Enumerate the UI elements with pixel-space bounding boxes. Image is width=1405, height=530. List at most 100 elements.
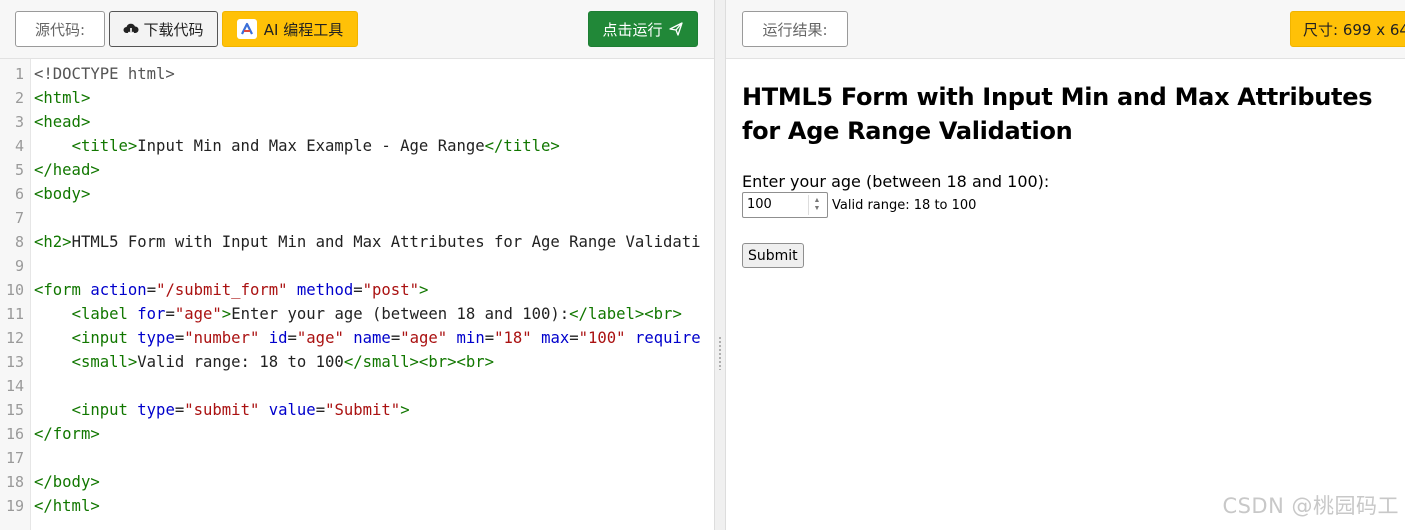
run-button[interactable]: 点击运行 <box>588 11 698 47</box>
code-token: </form> <box>34 425 100 443</box>
code-line: </form> <box>34 422 100 446</box>
age-label: Enter your age (between 18 and 100): <box>742 172 1050 191</box>
line-number: 4 <box>14 137 24 155</box>
code-line: <form action="/submit_form" method="post… <box>34 278 428 302</box>
code-token: "number" <box>184 329 260 347</box>
line-number: 6 <box>14 185 24 203</box>
code-token: = <box>174 329 185 347</box>
size-badge: 尺寸: 699 x 643 <box>1290 11 1405 47</box>
ai-tool-label: AI 编程工具 <box>263 20 344 39</box>
code-token: <input <box>71 329 138 347</box>
code-token: </head> <box>34 161 100 179</box>
code-token: <title> <box>71 137 138 155</box>
result-pane: 运行结果: 尺寸: 699 x 643 HTML5 Form with Inpu… <box>726 0 1405 530</box>
code-editor-pane: 源代码: 下载代码 AI 编程工具 点击运行 12 3 4 5 6 7 8 9 10… <box>0 0 714 530</box>
code-token: </body> <box>34 473 100 491</box>
result-toolbar: 运行结果: 尺寸: 699 x 643 <box>726 0 1405 59</box>
code-line: </head> <box>34 158 100 182</box>
line-number: 13 <box>5 353 24 371</box>
line-number: 5 <box>14 161 24 179</box>
ai-logo-icon <box>236 19 257 39</box>
code-token: "100" <box>578 329 626 347</box>
code-token: type <box>137 401 175 419</box>
code-token: <label <box>71 305 138 323</box>
code-line: </html> <box>34 494 100 518</box>
line-number: 7 <box>14 209 24 227</box>
age-input-value: 100 <box>747 197 772 212</box>
line-number: 18 <box>5 473 24 491</box>
code-token: <html> <box>34 89 91 107</box>
code-area[interactable]: 1 2 3 4 5 6 7 8 9 10 11 12 13 14 15 16 17 18 19 <!DOCTYPE … <box>0 59 714 530</box>
code-token: value <box>268 401 316 419</box>
code-token: "age" <box>400 329 448 347</box>
code-token: </html> <box>34 497 100 515</box>
send-icon <box>668 22 683 36</box>
splitter-grip-icon[interactable] <box>718 336 722 370</box>
valid-range-hint: Valid range: 18 to 100 <box>832 198 977 213</box>
code-token: id <box>268 329 288 347</box>
code-token: Input Min and Max Example - Age Range <box>137 137 485 155</box>
code-token: </label><br> <box>569 305 682 323</box>
line-number: 17 <box>5 449 24 467</box>
code-token: > <box>221 305 232 323</box>
code-token: max <box>541 329 570 347</box>
code-token: require <box>634 329 701 347</box>
code-token: > <box>418 281 429 299</box>
code-token: method <box>296 281 354 299</box>
line-number: 12 <box>5 329 24 347</box>
code-line: <title>Input Min and Max Example - Age R… <box>34 134 560 158</box>
code-token: for <box>137 305 166 323</box>
source-code-label-text: 源代码: <box>34 20 86 39</box>
code-token: = <box>315 401 326 419</box>
line-number: 19 <box>5 497 24 515</box>
source-code-label: 源代码: <box>15 11 105 47</box>
code-token: = <box>390 329 401 347</box>
line-number: 16 <box>5 425 24 443</box>
download-code-label: 下载代码 <box>143 20 204 39</box>
editor-toolbar: 源代码: 下载代码 AI 编程工具 点击运行 <box>0 0 714 59</box>
code-token: "/submit_form" <box>156 281 288 299</box>
pane-splitter[interactable] <box>714 0 726 530</box>
code-token: </small><br><br> <box>343 353 495 371</box>
code-token: <h2> <box>34 233 72 251</box>
line-number: 8 <box>14 233 24 251</box>
code-token: <form <box>34 281 91 299</box>
line-number: 14 <box>5 377 24 395</box>
code-token: = <box>484 329 495 347</box>
code-line: <input type="number" id="age" name="age"… <box>34 326 701 350</box>
preview-title: HTML5 Form with Input Min and Max Attrib… <box>742 83 1373 145</box>
line-number: 1 <box>14 65 24 83</box>
code-token: Enter your age (between 18 and 100): <box>231 305 570 323</box>
code-line: <h2>HTML5 Form with Input Min and Max At… <box>34 230 701 254</box>
code-token: "age" <box>296 329 344 347</box>
spinner-arrows-icon[interactable]: ▲ ▼ <box>808 195 825 215</box>
line-number: 9 <box>14 257 24 275</box>
code-line: <body> <box>34 182 90 206</box>
code-token: = <box>353 281 363 299</box>
code-line: <html> <box>34 86 90 110</box>
code-line: <!DOCTYPE html> <box>34 62 175 86</box>
age-number-input[interactable]: 100 ▲ ▼ <box>742 192 828 218</box>
code-token: action <box>90 281 147 299</box>
code-line: <input type="submit" value="Submit"> <box>34 398 410 422</box>
code-token: <body> <box>34 185 91 203</box>
code-token: </title> <box>484 137 560 155</box>
code-token: name <box>353 329 391 347</box>
code-token: "post" <box>362 281 419 299</box>
download-code-button[interactable]: 下载代码 <box>109 11 218 47</box>
line-number: 10 <box>5 281 24 299</box>
watermark: CSDN @桃园码工 <box>1222 494 1399 518</box>
ai-tool-button[interactable]: AI 编程工具 <box>222 11 358 47</box>
line-number: 3 <box>14 113 24 131</box>
submit-button[interactable]: Submit <box>742 243 804 268</box>
code-token: Valid range: 18 to 100 <box>137 353 344 371</box>
